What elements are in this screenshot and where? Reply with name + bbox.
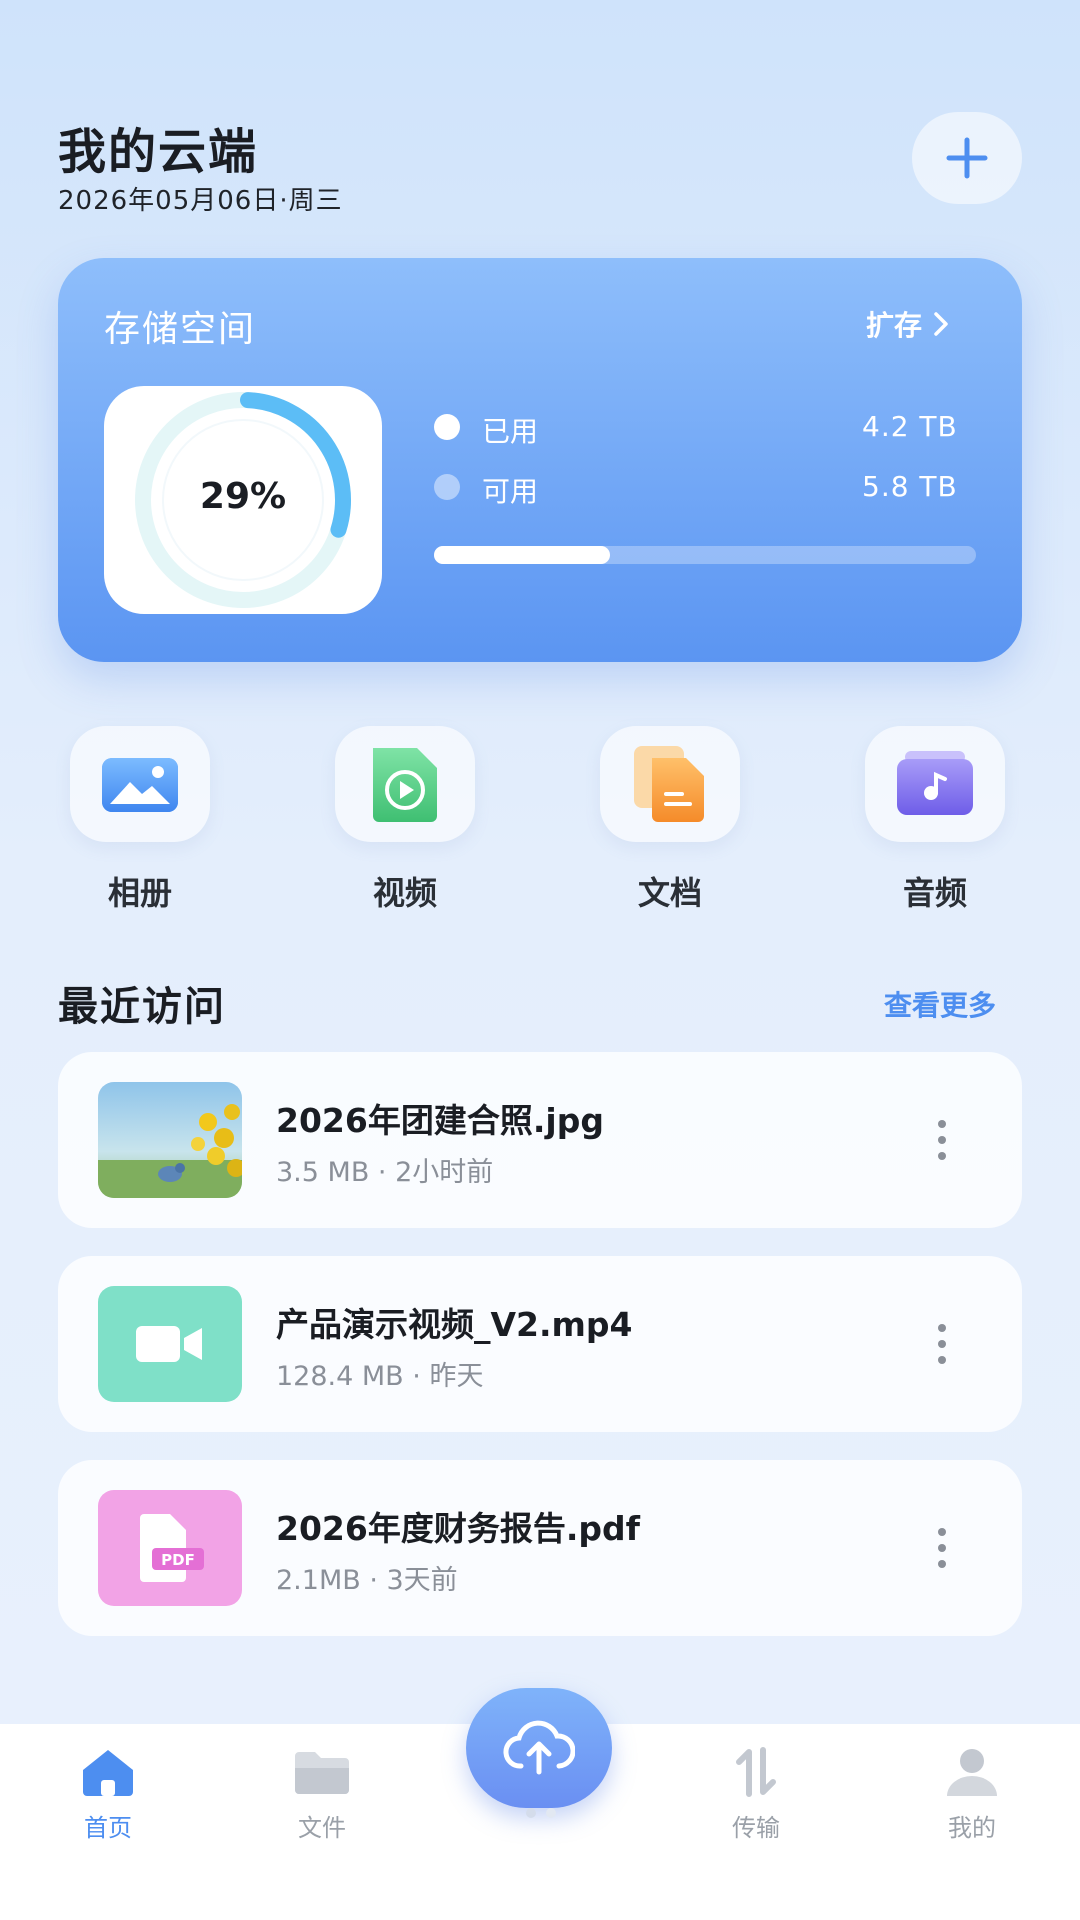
category-video-button[interactable] xyxy=(335,726,475,842)
page-indicator xyxy=(516,1808,566,1818)
expand-storage-label: 扩存 xyxy=(866,309,923,342)
used-label: 已用 xyxy=(482,415,539,448)
music-icon xyxy=(897,751,973,815)
nav-item-home[interactable]: 首页 xyxy=(38,1746,178,1843)
page-title: 我的云端 xyxy=(58,124,259,180)
file-meta: 3.5 MB · 2小时前 xyxy=(276,1157,494,1188)
user-icon xyxy=(947,1749,997,1796)
free-legend-dot xyxy=(434,474,460,500)
free-label: 可用 xyxy=(482,475,539,508)
image-thumbnail xyxy=(98,1082,242,1198)
nav-label-home: 首页 xyxy=(84,1814,132,1842)
more-options-icon[interactable] xyxy=(932,1314,952,1374)
category-album-button[interactable] xyxy=(70,726,210,842)
nav-label-files: 文件 xyxy=(298,1814,346,1842)
nav-label-profile: 我的 xyxy=(948,1814,996,1842)
more-options-icon[interactable] xyxy=(932,1518,952,1578)
nav-item-files[interactable]: 文件 xyxy=(252,1746,392,1843)
page-date: 2026年05月06日·周三 xyxy=(58,186,343,216)
nav-item-profile[interactable]: 我的 xyxy=(902,1746,1042,1843)
svg-text:PDF: PDF xyxy=(161,1551,195,1569)
video-thumbnail xyxy=(98,1286,242,1402)
document-icon xyxy=(634,746,704,822)
category-audio-label: 音频 xyxy=(902,874,967,912)
cloud-upload-icon xyxy=(503,1720,575,1775)
chevron-right-icon xyxy=(934,312,948,336)
nav-label-transfer: 传输 xyxy=(732,1814,780,1842)
pdf-icon: PDF xyxy=(140,1514,204,1582)
category-video-label: 视频 xyxy=(372,874,437,912)
plus-icon xyxy=(946,137,988,179)
recent-section-title: 最近访问 xyxy=(58,984,226,1030)
usage-bar-fill xyxy=(434,546,610,564)
free-value: 5.8 TB xyxy=(862,470,958,503)
expand-storage-link[interactable]: 扩存 xyxy=(866,304,950,344)
file-meta: 2.1MB · 3天前 xyxy=(276,1565,458,1596)
storage-title: 存储空间 xyxy=(104,309,257,350)
transfer-icon xyxy=(736,1747,776,1797)
video-file-icon xyxy=(373,748,437,822)
more-options-icon[interactable] xyxy=(932,1110,952,1170)
pdf-thumbnail: PDF xyxy=(98,1490,242,1606)
usage-percent: 29% xyxy=(199,476,287,517)
view-more-link[interactable]: 查看更多 xyxy=(884,984,996,1024)
file-meta: 128.4 MB · 昨天 xyxy=(276,1361,484,1392)
used-legend-dot xyxy=(434,414,460,440)
category-document-label: 文档 xyxy=(637,874,702,912)
file-name: 产品演示视频_V2.mp4 xyxy=(276,1305,633,1344)
home-icon xyxy=(83,1750,133,1796)
category-document-button[interactable] xyxy=(600,726,740,842)
folder-icon xyxy=(295,1752,349,1794)
category-audio-button[interactable] xyxy=(865,726,1005,842)
file-name: 2026年团建合照.jpg xyxy=(276,1101,604,1140)
file-name: 2026年度财务报告.pdf xyxy=(276,1509,640,1548)
category-album-label: 相册 xyxy=(107,874,172,912)
video-camera-icon xyxy=(136,1326,202,1362)
add-button[interactable] xyxy=(912,112,1022,204)
nav-item-transfer[interactable]: 传输 xyxy=(686,1746,826,1843)
used-value: 4.2 TB xyxy=(862,410,958,443)
upload-button[interactable] xyxy=(466,1688,612,1808)
photo-icon xyxy=(102,758,178,812)
